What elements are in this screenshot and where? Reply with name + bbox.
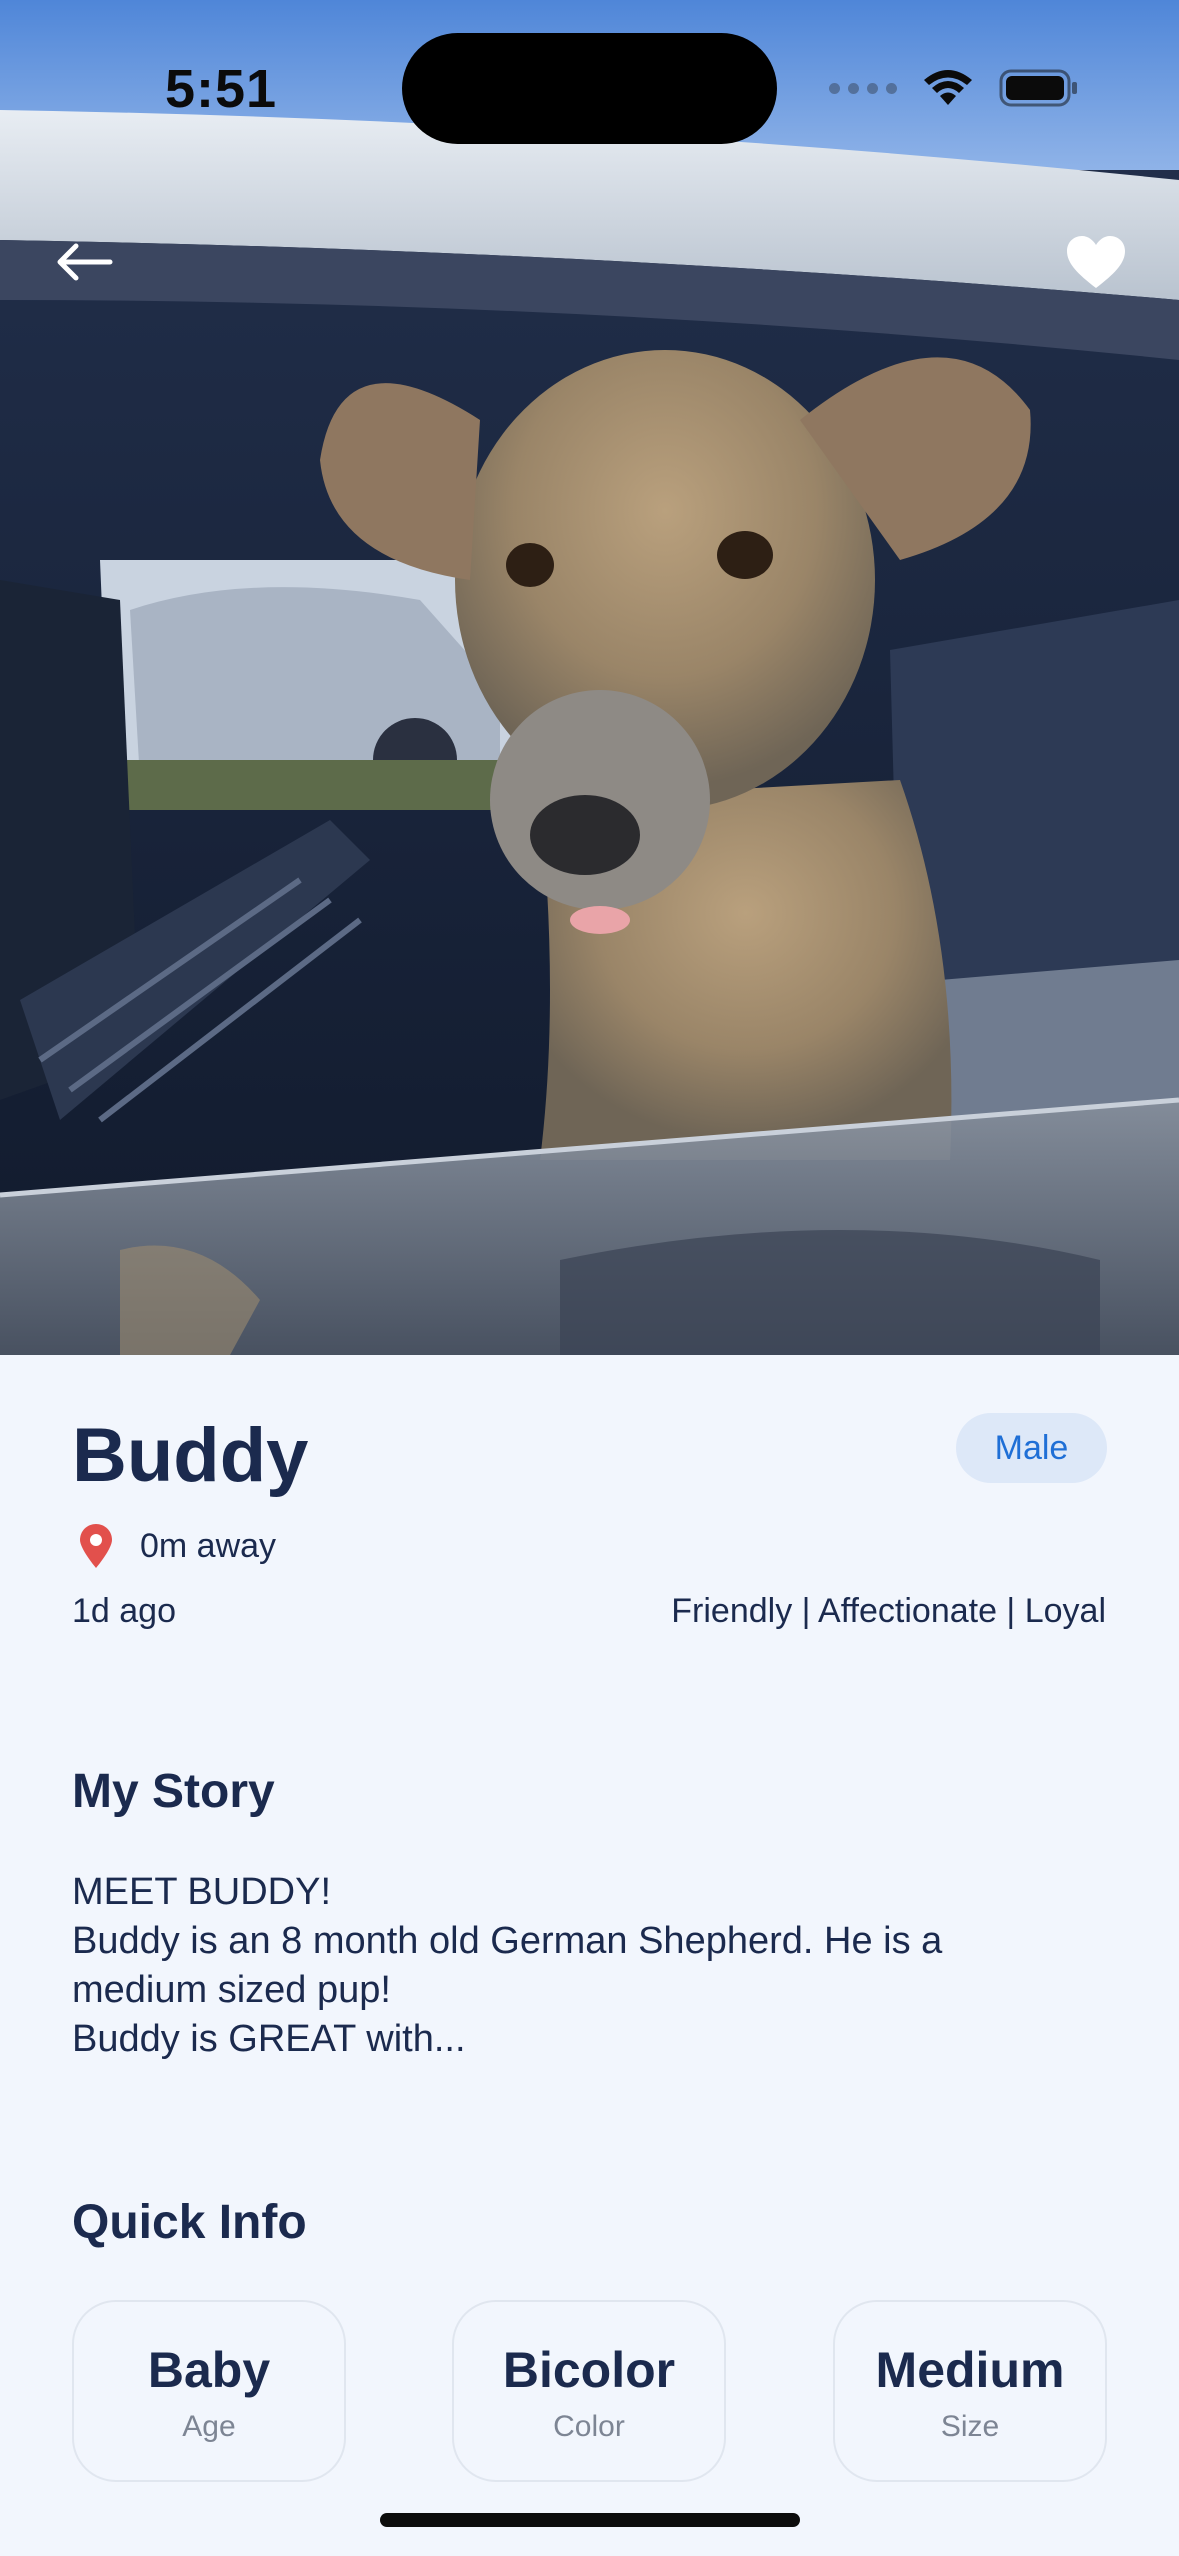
info-card-value: Bicolor [502,2342,676,2398]
story-line: MEET BUDDY! [72,1871,332,1913]
story-heading: My Story [72,1765,275,1818]
story-line: medium sized pup! [72,1969,391,2011]
wifi-icon [924,70,972,105]
story-line: Buddy is an 8 month old German Shepherd.… [72,1920,943,1962]
pet-photo: 5:51 [0,0,1179,1355]
info-card-label: Age [182,2410,236,2443]
quick-info-heading: Quick Info [72,2196,307,2249]
distance-row: 0m away [72,1522,276,1570]
info-card-size: Medium Size [833,2300,1107,2482]
status-indicators [829,66,1079,110]
story-text: MEET BUDDY! Buddy is an 8 month old Germ… [72,1868,1102,2064]
arrow-left-icon [57,243,113,281]
story-line: Buddy is GREAT with... [72,2018,466,2060]
info-card-value: Baby [147,2342,271,2398]
status-time: 5:51 [165,59,278,119]
dynamic-island [402,33,777,144]
info-card-label: Color [553,2410,625,2443]
info-card-color: Bicolor Color [452,2300,726,2482]
posted-time: 1d ago [72,1592,176,1630]
info-card-age: Baby Age [72,2300,346,2482]
distance-text: 0m away [140,1526,277,1565]
info-card-label: Size [940,2410,1000,2443]
sex-badge: Male [956,1413,1107,1483]
heart-icon [1067,236,1125,288]
info-card-value: Medium [875,2342,1065,2398]
pet-detail-screen: 5:51 Buddy Male 0m away 1d ago Friendly … [0,0,1179,2556]
cellular-signal-icon [829,82,897,94]
back-button[interactable] [48,226,120,298]
personality-traits: Friendly | Affectionate | Loyal [671,1592,1106,1630]
location-pin-icon [72,1522,120,1570]
dog-photo-image [0,0,1179,1355]
favorite-button[interactable] [1060,226,1132,298]
battery-icon [999,69,1077,107]
pet-name: Buddy [72,1413,309,1498]
home-indicator[interactable] [380,2513,800,2527]
